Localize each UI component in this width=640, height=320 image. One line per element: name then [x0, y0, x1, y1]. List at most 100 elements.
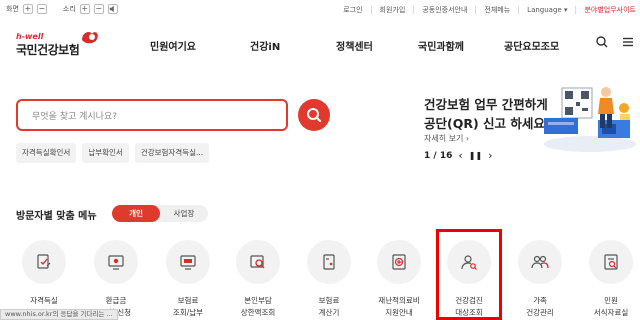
speaker-icon[interactable]	[107, 4, 118, 14]
card-payment-icon	[180, 255, 196, 270]
search-icon[interactable]	[596, 36, 608, 48]
menu-label-line1: 보험료	[318, 296, 340, 305]
menu-label-line1: 재난적의료비	[378, 296, 420, 305]
sound-increase-button[interactable]: +	[79, 4, 90, 14]
document-edit-icon	[37, 254, 51, 269]
nav-item-with-people[interactable]: 국민과함께	[418, 38, 504, 53]
tag-payment-cert[interactable]: 납부확인서	[82, 143, 129, 163]
menu-label-line2: 조회/납부	[172, 308, 204, 317]
banner-title[interactable]: 건강보험 업무 간편하게 공단(QR) 신고 하세요!	[424, 95, 551, 133]
language-select[interactable]: Language ▾	[527, 6, 567, 14]
font-increase-button[interactable]: +	[22, 4, 33, 14]
menu-icon-bg	[589, 240, 633, 284]
nav-item-policy-center[interactable]: 정책센터	[336, 38, 418, 53]
banner-more-link[interactable]: 자세히 보기 ›	[424, 133, 469, 144]
site-link[interactable]: 분야별업무사이트	[584, 5, 636, 15]
certificate-guide-link[interactable]: 공동인증서안내	[422, 5, 467, 15]
menu-label: 자격득실	[15, 295, 73, 307]
search-placeholder: 무엇을 찾고 계시나요?	[32, 112, 118, 122]
banner-page-indicator: 1 / 16	[424, 150, 453, 161]
accessibility-controls: 화면 + − 소리 + −	[6, 4, 118, 14]
hamburger-menu-icon[interactable]	[622, 36, 634, 48]
sound-label: 소리	[62, 5, 76, 13]
banner-title-line1: 건강보험 업무 간편하게	[424, 97, 548, 112]
menu-label-line2: 서식자료실	[593, 308, 629, 317]
visitor-type-toggle: 개인 사업장	[112, 205, 208, 222]
search-input[interactable]: 무엇을 찾고 계시나요?	[16, 99, 288, 131]
menu-label-line2: 지원안내	[385, 308, 413, 317]
menu-label-line1: 자격득실	[30, 296, 58, 305]
segment-business[interactable]: 사업장	[160, 205, 208, 222]
menu-label-line2: 건강관리	[526, 308, 554, 317]
main-nav: 민원여기요 건강iN 정책센터 국민과함께 공단요모조모	[150, 38, 559, 53]
menu-item-calculator[interactable]: 보험료계산기	[300, 240, 358, 319]
menu-icon-bg	[94, 240, 138, 284]
caret-down-icon: ▾	[563, 6, 568, 14]
nav-item-about[interactable]: 공단요모조모	[504, 38, 559, 53]
menu-label: 본인부담상한액조회	[229, 295, 287, 319]
next-arrow-icon[interactable]: ›	[488, 149, 492, 162]
menu-label-line1: 가족	[533, 296, 547, 305]
menu-label-line1: 환급금	[105, 296, 127, 305]
menu-label: 가족건강관리	[511, 295, 569, 319]
menu-item-refund[interactable]: 환급금조회/신청	[87, 240, 145, 319]
menu-item-forms[interactable]: 민원서식자료실	[582, 240, 640, 319]
tag-qualification-cert[interactable]: 자격득실확인서	[16, 143, 77, 163]
medical-support-icon	[392, 254, 406, 270]
font-size-label: 화면	[6, 5, 19, 13]
menu-label: 보험료조회/납부	[159, 295, 217, 319]
menu-icon-bg	[236, 240, 280, 284]
banner-pager: 1 / 16 ‹ ❚❚ ›	[424, 149, 493, 162]
sound-decrease-button[interactable]: −	[93, 4, 104, 14]
banner-title-line2: 공단(QR) 신고 하세요!	[424, 116, 551, 131]
font-decrease-button[interactable]: −	[36, 4, 47, 14]
chevron-right-icon: ›	[465, 134, 470, 143]
menu-label: 민원서식자료실	[582, 295, 640, 319]
pause-icon[interactable]: ❚❚	[469, 151, 482, 160]
menu-item-copay-limit[interactable]: 본인부담상한액조회	[229, 240, 287, 319]
login-link[interactable]: 로그인	[343, 5, 362, 15]
logo[interactable]: h-well 국민건강보험	[16, 32, 98, 58]
menu-label: 보험료계산기	[300, 295, 358, 319]
signup-link[interactable]: 회원가입	[380, 5, 406, 15]
nav-item-petitions[interactable]: 민원여기요	[150, 38, 250, 53]
all-menu-link[interactable]: 전체메뉴	[484, 5, 510, 15]
menu-label-line1: 보험료	[177, 296, 199, 305]
logo-tagline: h-well	[16, 32, 44, 41]
visitor-menu-title: 방문자별 맞춤 메뉴	[16, 211, 97, 222]
menu-label-line1: 민원	[604, 296, 618, 305]
menu-item-premium[interactable]: 보험료조회/납부	[159, 240, 217, 319]
prev-arrow-icon[interactable]: ‹	[458, 149, 462, 162]
nav-item-health-in[interactable]: 건강iN	[250, 38, 336, 53]
logo-name: 국민건강보험	[16, 43, 80, 57]
search-button[interactable]	[298, 99, 330, 131]
menu-icon-bg	[166, 240, 210, 284]
menu-icon-bg	[307, 240, 351, 284]
family-icon	[531, 255, 549, 269]
menu-item-family-health[interactable]: 가족건강관리	[511, 240, 569, 319]
menu-item-disaster-medical[interactable]: 재난적의료비지원안내	[370, 240, 428, 319]
form-document-icon	[604, 254, 618, 270]
search-button-icon	[307, 108, 322, 123]
popular-search-tags: 자격득실확인서 납부확인서 건강보험자격득실...	[16, 143, 210, 163]
monitor-refund-icon	[108, 255, 124, 270]
menu-item-qualification[interactable]: 자격득실	[15, 240, 73, 307]
menu-label-line1: 본인부담	[244, 296, 272, 305]
menu-icon-bg	[518, 240, 562, 284]
header-icons	[596, 36, 634, 48]
calculator-icon	[323, 254, 335, 270]
banner-more-label: 자세히 보기	[424, 134, 464, 143]
menu-icon-bg	[22, 240, 66, 284]
menu-label-line2: 상한액조회	[240, 308, 276, 317]
main-header: h-well 국민건강보험 민원여기요 건강iN 정책센터 국민과함께 공단요모…	[0, 24, 640, 68]
menu-icon-bg	[377, 240, 421, 284]
segment-individual[interactable]: 개인	[112, 205, 160, 222]
utility-bar: 화면 + − 소리 + − 로그인 회원가입 공동인증서안내 전체메뉴 Lang…	[0, 0, 640, 24]
menu-label: 재난적의료비지원안내	[370, 295, 428, 319]
logo-mark-icon	[82, 32, 98, 44]
search-document-icon	[250, 255, 265, 269]
tag-health-insurance-qualification[interactable]: 건강보험자격득실...	[134, 143, 210, 163]
language-label: Language	[527, 6, 562, 14]
util-links: 로그인 회원가입 공동인증서안내 전체메뉴 Language ▾ 분야별업무사이…	[343, 5, 636, 15]
menu-label-line2: 계산기	[318, 308, 340, 317]
